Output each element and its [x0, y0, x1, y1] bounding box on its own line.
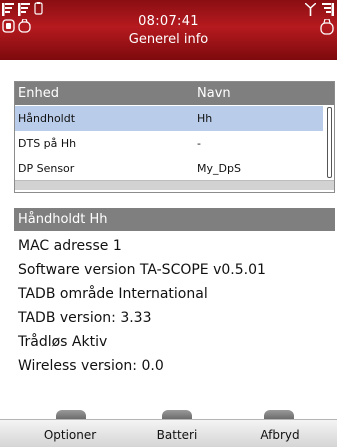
column-header-enhed: Enhed	[18, 86, 59, 101]
softkey-tab-right[interactable]	[264, 410, 294, 419]
section-title: Håndholdt Hh	[18, 212, 108, 227]
device-table: Enhed Navn Håndholdt Hh DTS på Hh - DP S…	[14, 81, 335, 193]
info-line-software: Software version TA-SCOPE v0.5.01	[18, 262, 266, 278]
status-header: 08:07:41 Generel info	[0, 0, 337, 60]
info-line-mac: MAC adresse 1	[18, 238, 122, 254]
info-line-tadb-version: TADB version: 3.33	[18, 310, 152, 326]
cell-enhed: DTS på Hh	[18, 137, 77, 150]
vertical-scrollbar[interactable]	[327, 107, 332, 178]
info-line-wireless-version: Wireless version: 0.0	[18, 358, 164, 374]
optioner-button[interactable]: Optioner	[25, 428, 115, 442]
section-header: Håndholdt Hh	[14, 208, 335, 231]
horizontal-scrollbar[interactable]	[15, 180, 334, 190]
softkey-tab-left[interactable]	[56, 410, 86, 419]
softkey-bar: Optioner Batteri Afbryd	[0, 410, 337, 447]
info-line-wireless-status: Trådløs Aktiv	[18, 334, 108, 350]
table-row[interactable]: DTS på Hh -	[15, 131, 323, 156]
table-header: Enhed Navn	[15, 82, 334, 105]
afbryd-button[interactable]: Afbryd	[235, 428, 325, 442]
cell-navn: Hh	[197, 112, 213, 125]
cell-enhed: DP Sensor	[18, 162, 75, 175]
cell-navn: My_DpS	[197, 162, 241, 175]
page-title: Generel info	[128, 32, 209, 47]
table-row[interactable]: Håndholdt Hh	[15, 106, 323, 131]
clock-time: 08:07:41	[138, 14, 199, 29]
cell-navn: -	[197, 137, 201, 150]
table-row[interactable]: DP Sensor My_DpS	[15, 156, 323, 181]
cell-enhed: Håndholdt	[18, 112, 76, 125]
softkey-strip: Optioner Batteri Afbryd	[0, 419, 337, 447]
batteri-button[interactable]: Batteri	[132, 428, 222, 442]
info-line-tadb-area: TADB område International	[18, 286, 208, 302]
column-header-navn: Navn	[197, 86, 231, 101]
softkey-tab-middle[interactable]	[162, 410, 192, 419]
